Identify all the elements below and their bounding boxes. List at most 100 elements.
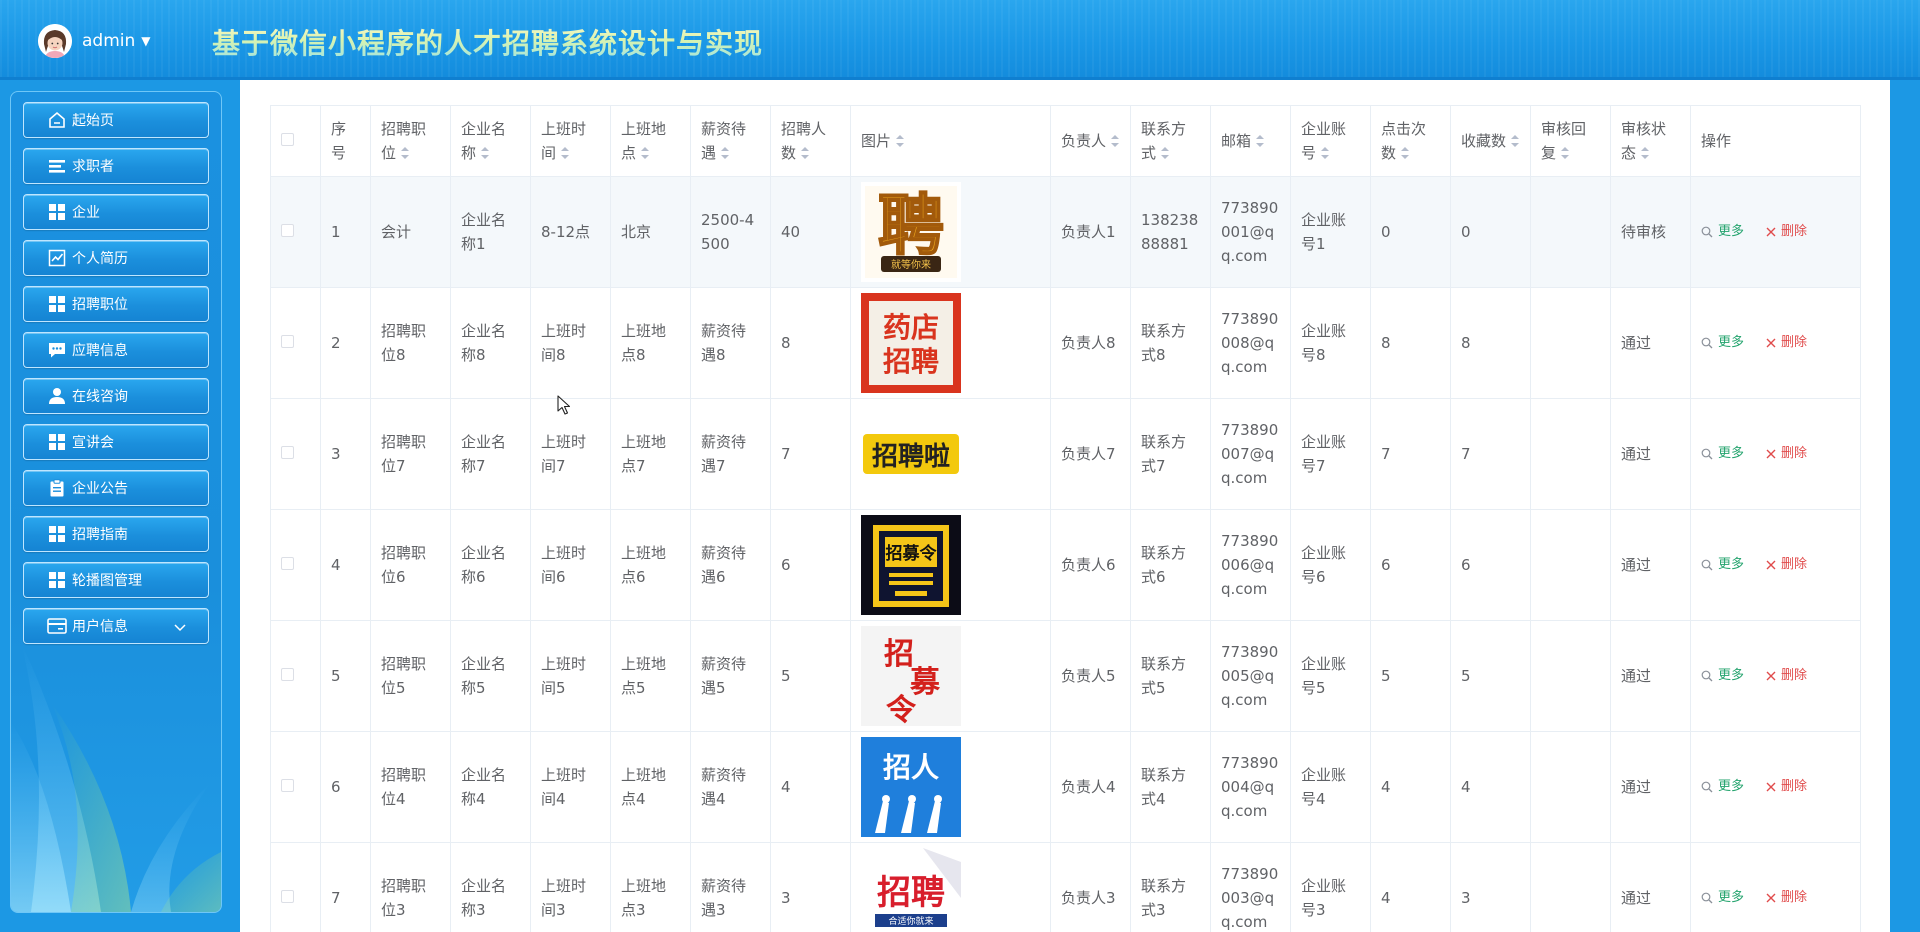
more-button[interactable]: 更多 (1701, 664, 1744, 688)
sort-icon[interactable] (1255, 134, 1265, 148)
column-header[interactable]: 邮箱 (1210, 105, 1291, 177)
frame-right (1890, 80, 1920, 932)
table-row[interactable]: 7 招聘职位3 企业名称3 上班时间3 上班地点3 薪资待遇3 3 招聘 合适你… (270, 842, 1861, 932)
column-header[interactable]: 企业名称 (450, 105, 531, 177)
cell-status: 通过 (1610, 287, 1691, 399)
cell-company: 企业名称7 (450, 398, 531, 510)
table-row[interactable]: 1 会计 企业名称1 8-12点 北京 2500-4500 40 聘 就等你来 … (270, 176, 1861, 288)
more-button[interactable]: 更多 (1701, 331, 1744, 355)
table-row[interactable]: 3 招聘职位7 企业名称7 上班时间7 上班地点7 薪资待遇7 7 招聘啦 负责… (270, 398, 1861, 510)
sidebar-item-job-seekers[interactable]: 求职者 (23, 148, 209, 184)
poster-image[interactable]: 招 募 令 (861, 626, 961, 726)
sort-icon[interactable] (1320, 146, 1330, 160)
cell-status: 待审核 (1610, 176, 1691, 288)
cell-place: 上班地点8 (610, 287, 691, 399)
cell-time: 8-12点 (530, 176, 611, 288)
sidebar-item-guide[interactable]: 招聘指南 (23, 516, 209, 552)
column-header[interactable]: 图片 (850, 105, 1051, 177)
column-header[interactable]: 上班时间 (530, 105, 611, 177)
more-button[interactable]: 更多 (1701, 220, 1744, 244)
column-header[interactable]: 点击次数 (1370, 105, 1451, 177)
cell-manager: 负责人1 (1050, 176, 1131, 288)
delete-button[interactable]: 删除 (1766, 331, 1807, 355)
close-icon (1766, 560, 1776, 570)
cell-account: 企业账号1 (1290, 176, 1371, 288)
cell-salary: 薪资待遇6 (690, 509, 771, 621)
row-checkbox[interactable] (281, 446, 294, 459)
sort-icon[interactable] (480, 146, 490, 160)
poster-image[interactable]: 招聘啦 (861, 404, 961, 504)
cell-actions: 更多 删除 (1690, 509, 1861, 621)
row-checkbox[interactable] (281, 557, 294, 570)
poster-image[interactable]: 聘 就等你来 (861, 182, 961, 282)
sort-icon[interactable] (1510, 134, 1520, 148)
sidebar-item-seminar[interactable]: 宣讲会 (23, 424, 209, 460)
sidebar-item-job-posts[interactable]: 招聘职位 (23, 286, 209, 322)
sort-icon[interactable] (400, 146, 410, 160)
sort-icon[interactable] (720, 146, 730, 160)
poster-image[interactable]: 招募令 (861, 515, 961, 615)
sidebar-item-enterprise[interactable]: 企业 (23, 194, 209, 230)
cell-actions: 更多 删除 (1690, 398, 1861, 510)
column-header[interactable]: 负责人 (1050, 105, 1131, 177)
delete-button[interactable]: 删除 (1766, 775, 1807, 799)
sidebar-item-carousel[interactable]: 轮播图管理 (23, 562, 209, 598)
sort-icon[interactable] (560, 146, 570, 160)
more-button[interactable]: 更多 (1701, 553, 1744, 577)
column-header[interactable]: 薪资待遇 (690, 105, 771, 177)
delete-button[interactable]: 删除 (1766, 886, 1807, 910)
delete-button[interactable]: 删除 (1766, 553, 1807, 577)
select-all-checkbox[interactable] (281, 133, 294, 146)
user-menu[interactable]: admin ▼ (38, 24, 151, 58)
delete-button[interactable]: 删除 (1766, 664, 1807, 688)
delete-button[interactable]: 删除 (1766, 220, 1807, 244)
column-header: 操作 (1690, 105, 1861, 177)
table-row[interactable]: 2 招聘职位8 企业名称8 上班时间8 上班地点8 薪资待遇8 8 药店 招聘 … (270, 287, 1861, 399)
column-header[interactable]: 企业账号 (1290, 105, 1371, 177)
poster-text: 招聘 (877, 873, 945, 913)
poster-image[interactable]: 招人 (861, 737, 961, 837)
sidebar-item-announcement[interactable]: 企业公告 (23, 470, 209, 506)
cell-actions: 更多 删除 (1690, 620, 1861, 732)
sidebar-item-applications[interactable]: 应聘信息 (23, 332, 209, 368)
poster-image[interactable]: 招聘 合适你就来 (861, 848, 961, 932)
sort-icon[interactable] (895, 134, 905, 148)
column-header[interactable]: 审核回复 (1530, 105, 1611, 177)
more-button[interactable]: 更多 (1701, 442, 1744, 466)
row-checkbox[interactable] (281, 224, 294, 237)
column-header[interactable]: 招聘人数 (770, 105, 851, 177)
sidebar-item-user-info[interactable]: 用户信息 (23, 608, 209, 644)
sidebar-item-home[interactable]: 起始页 (23, 102, 209, 138)
sort-icon[interactable] (800, 146, 810, 160)
close-icon (1766, 782, 1776, 792)
cell-no: 5 (320, 620, 371, 732)
row-checkbox[interactable] (281, 668, 294, 681)
column-header[interactable]: 联系方式 (1130, 105, 1211, 177)
table-row[interactable]: 4 招聘职位6 企业名称6 上班时间6 上班地点6 薪资待遇6 6 招募令 负责… (270, 509, 1861, 621)
column-header[interactable]: 审核状态 (1610, 105, 1691, 177)
sort-icon[interactable] (1110, 134, 1120, 148)
column-header[interactable]: 上班地点 (610, 105, 691, 177)
more-button[interactable]: 更多 (1701, 775, 1744, 799)
row-checkbox[interactable] (281, 335, 294, 348)
row-checkbox[interactable] (281, 779, 294, 792)
sort-icon[interactable] (1400, 146, 1410, 160)
cell-email: 773890004@qq.com (1210, 731, 1291, 843)
poster-image[interactable]: 药店 招聘 (861, 293, 961, 393)
sort-icon[interactable] (1640, 146, 1650, 160)
table-row[interactable]: 5 招聘职位5 企业名称5 上班时间5 上班地点5 薪资待遇5 5 招 募 令 … (270, 620, 1861, 732)
delete-button[interactable]: 删除 (1766, 442, 1807, 466)
sort-icon[interactable] (1160, 146, 1170, 160)
cell-account: 企业账号3 (1290, 842, 1371, 932)
row-checkbox[interactable] (281, 890, 294, 903)
sidebar-item-resume[interactable]: 个人简历 (23, 240, 209, 276)
table-row[interactable]: 6 招聘职位4 企业名称4 上班时间4 上班地点4 薪资待遇4 4 招人 负责人… (270, 731, 1861, 843)
column-header[interactable]: 收藏数 (1450, 105, 1531, 177)
cell-salary: 薪资待遇4 (690, 731, 771, 843)
sort-icon[interactable] (640, 146, 650, 160)
sort-icon[interactable] (1560, 146, 1570, 160)
column-header[interactable]: 招聘职位 (370, 105, 451, 177)
sidebar-item-consult[interactable]: 在线咨询 (23, 378, 209, 414)
more-button[interactable]: 更多 (1701, 886, 1744, 910)
cell-reply (1530, 287, 1611, 399)
